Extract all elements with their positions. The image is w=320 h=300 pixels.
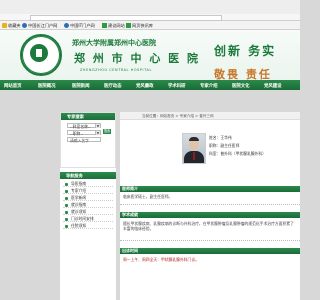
- sidebar-item[interactable]: 就诊指南: [63, 202, 113, 208]
- nav-item-medical[interactable]: 医疗动态: [104, 83, 122, 89]
- section-header-specialty: 学术成就: [120, 212, 300, 218]
- browser-toolbar: [0, 0, 300, 15]
- expert-search-title: 专家搜索: [61, 113, 115, 120]
- doctor-name: 姓名：王华伟: [209, 135, 232, 140]
- bullet-icon: [65, 189, 68, 193]
- slogan-top: 创新 务实: [214, 44, 277, 58]
- sidebar-item[interactable]: 就诊须知: [63, 209, 113, 215]
- bullet-icon: [65, 224, 68, 228]
- favorites-item[interactable]: 建议网站: [102, 23, 125, 29]
- bullet-icon: [65, 217, 68, 221]
- address-row: [0, 14, 300, 21]
- doctor-department: 科室：普外科（甲状腺乳腺外科）: [209, 151, 266, 156]
- search-button[interactable]: 搜索: [103, 129, 111, 134]
- logo-cross-icon: [36, 49, 42, 57]
- nav-item-research[interactable]: 学术科研: [168, 83, 186, 89]
- favorites-item[interactable]: 中国IT门户网: [64, 23, 95, 29]
- sidebar-item[interactable]: 医学新闻: [63, 195, 113, 201]
- hospital-name: 郑 州 市 中 心 医 院: [74, 52, 200, 65]
- hospital-name-en: ZHENGZHOU CENTRAL HOSPITAL: [80, 68, 152, 72]
- hospital-name-small: 郑州大学附属郑州中心医院: [72, 38, 156, 47]
- web-slice-icon: [126, 23, 131, 28]
- nav-item-culture[interactable]: 医院文化: [232, 83, 250, 89]
- nav-item-party-build[interactable]: 党风建设: [264, 83, 282, 89]
- favorites-item[interactable]: 中国长江门户网: [22, 23, 57, 29]
- title-select[interactable]: --职称-- ▼: [67, 130, 101, 136]
- bullet-icon: [65, 182, 68, 186]
- nav-item-experts[interactable]: 专家介绍: [200, 83, 218, 89]
- nav-item-party[interactable]: 党风廉政: [136, 83, 154, 89]
- globe-icon: [64, 23, 69, 28]
- sidebar-item[interactable]: 门诊时间安排: [63, 216, 113, 222]
- main-nav: 网站首页 医院概况 医院新闻 医疗动态 党风廉政 学术科研 专家介绍 医院文化 …: [0, 80, 300, 90]
- bullet-icon: [65, 196, 68, 200]
- globe-icon: [22, 23, 27, 28]
- nav-service-title: 导航服务: [60, 172, 116, 179]
- nav-item-home[interactable]: 网站首页: [4, 83, 22, 89]
- sidebar: 专家搜索 --科室名称-- ▼ --职称-- ▼ 请输入名字 搜索 导航服务 导医指…: [60, 112, 116, 300]
- site-banner: 郑州大学附属郑州中心医院 郑 州 市 中 心 医 院 ZHENGZHOU CEN…: [0, 30, 300, 90]
- nav-item-about[interactable]: 医院概况: [38, 83, 56, 89]
- favorites-item[interactable]: 网页快讯库: [126, 23, 153, 29]
- chevron-down-icon: ▼: [95, 124, 100, 128]
- sidebar-item[interactable]: 住院须知: [63, 223, 113, 229]
- bullet-icon: [65, 203, 68, 207]
- bullet-icon: [65, 210, 68, 214]
- favorites-bar: 收藏夹 中国长江门户网 中国IT门户网 建议网站 网页快讯库: [0, 21, 300, 30]
- hospital-logo[interactable]: [20, 34, 62, 76]
- sidebar-item[interactable]: 导医指南: [63, 181, 113, 187]
- web-slice-icon: [102, 23, 107, 28]
- favorites-item[interactable]: 收藏夹: [2, 23, 21, 29]
- section-header-intro: 医师简介: [120, 186, 300, 192]
- doctor-photo: [182, 133, 206, 164]
- department-select[interactable]: --科室名称-- ▼: [67, 123, 101, 129]
- main-content: 当前位置：网站首页 > 专家介绍 > 普外三科 姓名：王华伟 职称：副主任医师 …: [120, 112, 300, 300]
- expert-search-box: 专家搜索 --科室名称-- ▼ --职称-- ▼ 请输入名字 搜索: [60, 112, 116, 168]
- sidebar-item[interactable]: 专家介绍: [63, 188, 113, 194]
- section-header-schedule: 出诊时间: [120, 248, 300, 254]
- star-icon: [2, 23, 7, 28]
- doctor-title: 职称：副主任医师: [209, 143, 240, 148]
- schedule-text: 周一上午、周四全天：甲状腺乳腺外科门诊。: [123, 257, 199, 262]
- intro-text: 临床医学硕士，副主任医师。: [123, 194, 173, 199]
- breadcrumb: 当前位置：网站首页 > 专家介绍 > 普外三科: [120, 112, 300, 120]
- doctor-name-input[interactable]: 请输入名字: [67, 137, 101, 143]
- specialty-text: 擅长甲状腺疾病、乳腺疾病的诊断与外科治疗，在甲状腺肿瘤及乳腺肿瘤的规范化手术治疗…: [123, 221, 294, 231]
- chevron-down-icon: ▼: [95, 131, 100, 135]
- nav-item-news[interactable]: 医院新闻: [72, 83, 90, 89]
